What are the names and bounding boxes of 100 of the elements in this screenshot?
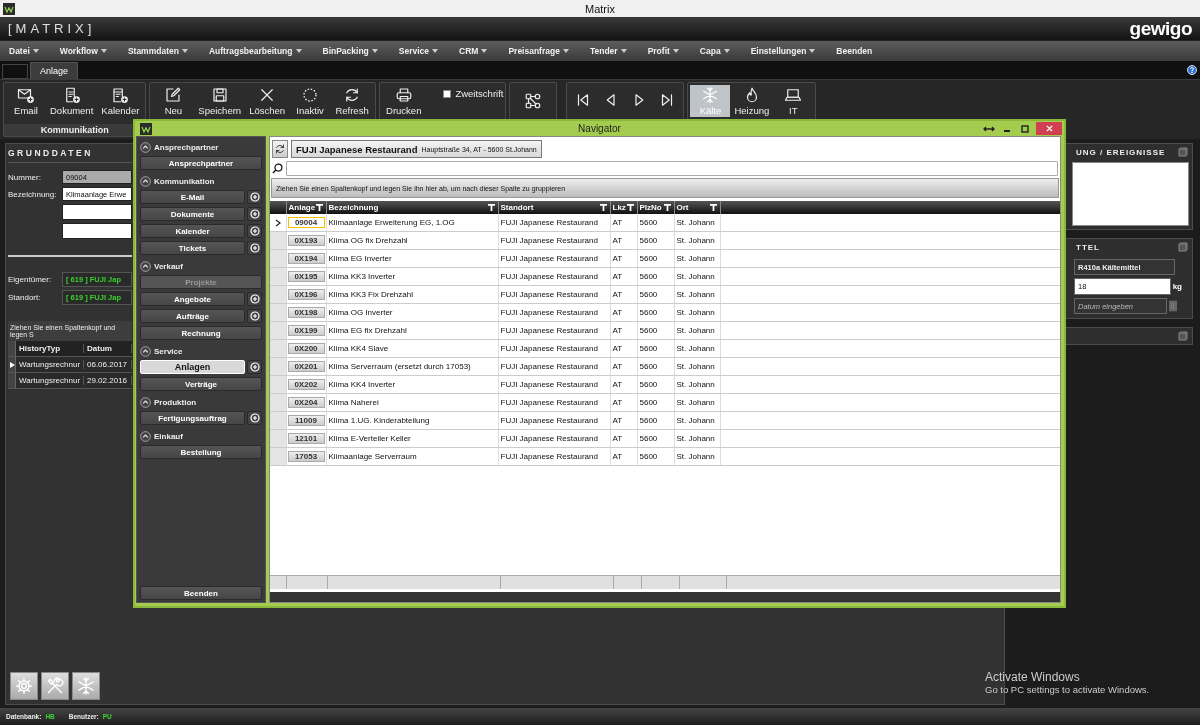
- nav-item[interactable]: Aufträge: [140, 309, 245, 323]
- email-button[interactable]: Email: [6, 85, 46, 117]
- column-header[interactable]: Lkz: [610, 201, 637, 214]
- collapse-icon[interactable]: [140, 397, 151, 408]
- filter-icon[interactable]: [626, 204, 634, 211]
- nav-item[interactable]: Fertigungsauftrag: [140, 411, 245, 425]
- column-header[interactable]: Ort: [674, 201, 720, 214]
- nav-item[interactable]: Tickets: [140, 241, 245, 255]
- record-button[interactable]: 09004: [287, 217, 325, 228]
- collapse-icon[interactable]: [140, 176, 151, 187]
- nav-item[interactable]: E-Mail: [140, 190, 245, 204]
- menu-item[interactable]: Tender: [588, 44, 628, 58]
- heat-button[interactable]: Heizung: [730, 85, 774, 117]
- nav-item[interactable]: Verträge: [140, 377, 262, 391]
- filter-icon[interactable]: [663, 204, 671, 211]
- print-button[interactable]: Drucken: [382, 85, 426, 117]
- menu-item[interactable]: Stammdaten: [126, 44, 189, 58]
- notes-field[interactable]: [1072, 162, 1189, 226]
- nav-item[interactable]: Ansprechpartner: [140, 156, 262, 170]
- search-field[interactable]: [286, 161, 1058, 176]
- column-header[interactable]: PlzNo: [637, 201, 674, 214]
- add-button[interactable]: [247, 411, 262, 425]
- record-button[interactable]: 0X200: [287, 343, 325, 354]
- new-button[interactable]: Neu: [152, 85, 195, 117]
- collapse-icon[interactable]: [140, 346, 151, 357]
- calendar-icon[interactable]: [1169, 299, 1177, 313]
- record-button[interactable]: 0X201: [287, 361, 325, 372]
- column-header[interactable]: Bezeichnung: [326, 201, 498, 214]
- maximize-icon[interactable]: [1019, 124, 1031, 133]
- tab[interactable]: Anlage: [30, 62, 79, 79]
- exit-button[interactable]: Beenden: [140, 586, 262, 600]
- refresh-button[interactable]: [272, 140, 288, 158]
- record-button[interactable]: 12101: [287, 433, 325, 444]
- nav-item[interactable]: Anlagen: [140, 360, 245, 374]
- maximize-icon[interactable]: [1178, 147, 1188, 157]
- menu-item[interactable]: CRM: [458, 44, 489, 58]
- column-header[interactable]: HistoryTyp: [16, 344, 84, 353]
- record-button[interactable]: 0X202: [287, 379, 325, 390]
- record-button[interactable]: 0X198: [287, 307, 325, 318]
- filter-icon[interactable]: [315, 204, 323, 211]
- it-button[interactable]: IT: [773, 85, 814, 117]
- row-indicator[interactable]: [8, 357, 16, 372]
- add-button[interactable]: [247, 309, 262, 323]
- nav-item[interactable]: Kalender: [140, 224, 245, 238]
- input-field[interactable]: [62, 223, 132, 239]
- record-button[interactable]: 0X196: [287, 289, 325, 300]
- add-button[interactable]: [247, 292, 262, 306]
- column-header[interactable]: Standort: [498, 201, 610, 214]
- nav-item[interactable]: Dokumente: [140, 207, 245, 221]
- menu-item[interactable]: Datei: [8, 44, 40, 58]
- table-cell: St. Johann: [674, 429, 720, 448]
- collapse-icon[interactable]: [140, 431, 151, 442]
- input-field[interactable]: [62, 204, 132, 220]
- add-button[interactable]: [247, 207, 262, 221]
- caret-icon: [620, 49, 627, 53]
- nav-item[interactable]: Bestellung: [140, 445, 262, 459]
- nav-item[interactable]: Angebote: [140, 292, 245, 306]
- record-button[interactable]: 0X199: [287, 325, 325, 336]
- cold-button[interactable]: [72, 672, 100, 700]
- add-button[interactable]: [247, 224, 262, 238]
- menu-item[interactable]: Capa: [698, 44, 731, 58]
- filter-icon[interactable]: [709, 204, 717, 211]
- maximize-icon[interactable]: [1178, 331, 1188, 341]
- menu-item[interactable]: Einstellungen: [749, 44, 817, 58]
- menu-item[interactable]: Beenden: [835, 44, 874, 58]
- add-button[interactable]: [247, 190, 262, 204]
- help-icon[interactable]: [1187, 65, 1197, 75]
- menu-item[interactable]: Profit: [646, 44, 680, 58]
- maximize-icon[interactable]: [1178, 242, 1188, 252]
- column-header[interactable]: Datum: [84, 344, 132, 353]
- record-button[interactable]: 0X195: [287, 271, 325, 282]
- record-button[interactable]: 17053: [287, 451, 325, 462]
- document-button[interactable]: Dokument: [46, 85, 98, 117]
- delete-button[interactable]: Löschen: [245, 85, 290, 117]
- menu-item[interactable]: Workflow: [58, 44, 108, 58]
- menu-item[interactable]: BinPacking: [321, 44, 379, 58]
- add-button[interactable]: [247, 360, 262, 374]
- record-button[interactable]: 0X194: [287, 253, 325, 264]
- menu-item[interactable]: Auftragsbearbeitung: [207, 44, 303, 58]
- resize-icon[interactable]: [983, 124, 995, 133]
- filter-icon[interactable]: [487, 204, 495, 211]
- nav-item[interactable]: Rechnung: [140, 326, 262, 340]
- refresh-button[interactable]: Refresh: [331, 85, 374, 117]
- filter-icon[interactable]: [599, 204, 607, 211]
- column-header[interactable]: Anlage: [286, 201, 326, 214]
- menu-item[interactable]: Preisanfrage: [507, 44, 570, 58]
- tools-button[interactable]: [41, 672, 69, 700]
- record-button[interactable]: 0X193: [287, 235, 325, 246]
- collapse-icon[interactable]: [140, 261, 151, 272]
- add-button[interactable]: [247, 241, 262, 255]
- record-button[interactable]: 11009: [287, 415, 325, 426]
- menu-item[interactable]: Service: [397, 44, 440, 58]
- calendar-button[interactable]: Kalender: [97, 85, 144, 117]
- close-button[interactable]: [1036, 122, 1062, 135]
- checkbox[interactable]: [443, 89, 452, 98]
- record-button[interactable]: 0X204: [287, 397, 325, 408]
- save-button[interactable]: Speichern: [194, 85, 246, 117]
- collapse-icon[interactable]: [140, 142, 151, 153]
- scroll-bar[interactable]: [270, 592, 1060, 602]
- gear-button[interactable]: [10, 672, 38, 700]
